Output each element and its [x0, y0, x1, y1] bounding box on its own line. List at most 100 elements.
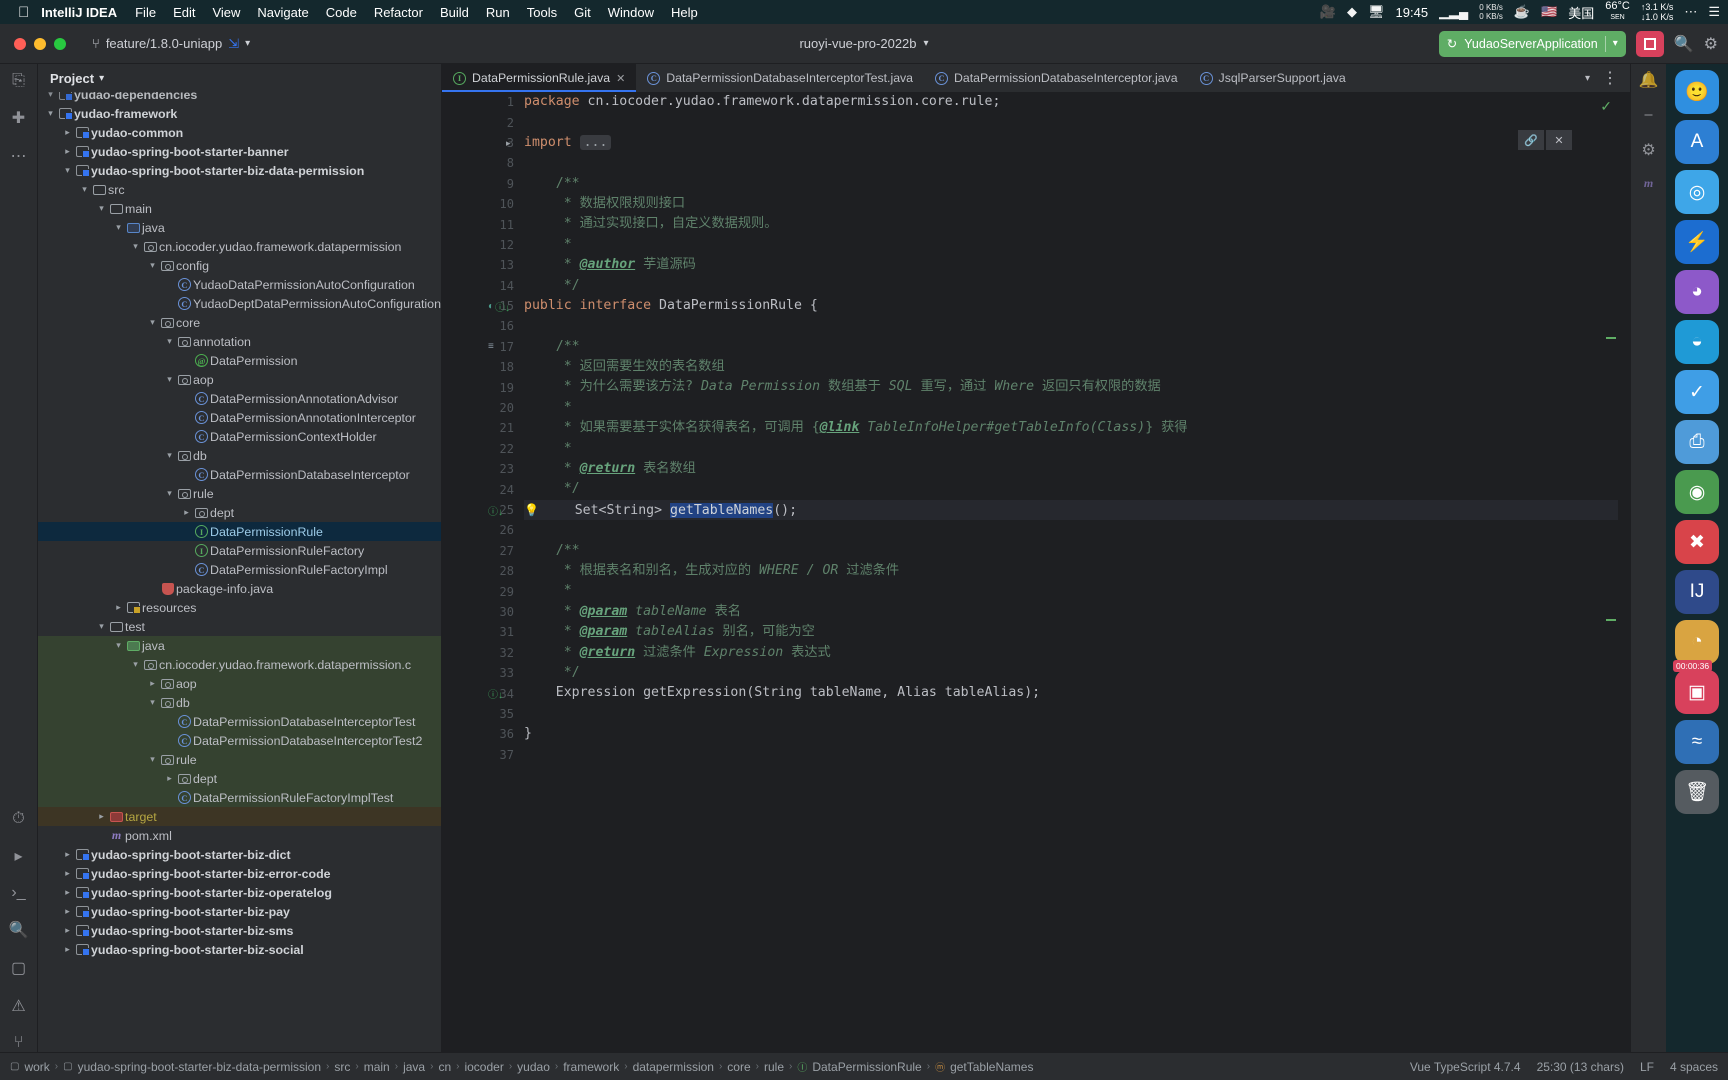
problems-tool-icon[interactable]: ⚠	[11, 996, 25, 1016]
tree-node[interactable]: ▾ rule	[38, 750, 441, 769]
breadcrumb-item[interactable]: iocoder	[464, 1060, 503, 1074]
tree-node[interactable]: package-info.java	[38, 579, 441, 598]
line-number[interactable]: 37	[442, 745, 520, 765]
editor-tab[interactable]: C DataPermissionDatabaseInterceptor.java	[924, 64, 1189, 92]
chevron-down-icon[interactable]: ▾	[112, 640, 125, 651]
chevron-right-icon[interactable]: ▸	[180, 507, 193, 518]
menu-code[interactable]: Code	[326, 5, 357, 20]
code-editor[interactable]: 1 2 ▸ 3 8 9 10 11 12 13 14 ◐ ⓘ↓ 15 16 ≡ 17 18 19 20 21 22 23 24…	[442, 92, 1630, 1052]
code-line[interactable]: */	[524, 663, 1618, 683]
line-number[interactable]: 1	[442, 92, 520, 112]
tree-node[interactable]: ▾ cn.iocoder.yudao.framework.datapermissi…	[38, 237, 441, 256]
tree-node[interactable]: ▾ core	[38, 313, 441, 332]
menu-file[interactable]: File	[135, 5, 156, 20]
chevron-right-icon[interactable]: ▸	[95, 811, 108, 822]
code-line[interactable]: *	[524, 235, 1618, 255]
line-number[interactable]: 24	[442, 479, 520, 499]
status-bar-item[interactable]: LF	[1640, 1060, 1654, 1074]
editor-options-icon[interactable]: ⋮	[1602, 68, 1618, 88]
breadcrumb-item[interactable]: cn	[438, 1060, 451, 1074]
temperature-widget[interactable]: 66°C SEN	[1605, 1, 1630, 23]
code-line[interactable]: /**	[524, 541, 1618, 561]
inspection-ok-icon[interactable]: ✓	[1600, 98, 1612, 115]
tree-node[interactable]: ▾ test	[38, 617, 441, 636]
fold-expand-icon[interactable]: ▸	[506, 133, 520, 153]
code-line[interactable]: /**	[524, 174, 1618, 194]
tree-node[interactable]: ▾ yudao-dependencies	[38, 92, 441, 104]
tree-node[interactable]: ▸ dept	[38, 769, 441, 788]
notifications-icon[interactable]: 🔔	[1639, 70, 1659, 90]
speed-widget[interactable]: ↑3.1 K/s ↓1.0 K/s	[1641, 2, 1674, 22]
appstore-icon[interactable]: A	[1675, 120, 1719, 164]
breadcrumb-item[interactable]: datapermission	[633, 1060, 714, 1074]
line-number[interactable]: 13	[442, 255, 520, 275]
breadcrumb-item[interactable]: src	[334, 1060, 350, 1074]
tree-node[interactable]: ▾ main	[38, 199, 441, 218]
line-number[interactable]: 32	[442, 643, 520, 663]
chevron-down-icon[interactable]: ▾	[44, 108, 57, 119]
code-line[interactable]	[524, 745, 1618, 765]
commit-tool-icon[interactable]: ✚	[12, 108, 25, 128]
intention-bulb-icon[interactable]: 💡	[524, 503, 539, 517]
line-number[interactable]: 11	[442, 214, 520, 234]
tree-node[interactable]: ▾ src	[38, 180, 441, 199]
code-line[interactable]: * @return 表名数组	[524, 459, 1618, 479]
tree-node[interactable]: ▸ yudao-spring-boot-starter-biz-sms	[38, 921, 441, 940]
chevron-right-icon[interactable]: ▸	[61, 887, 74, 898]
editor-tab[interactable]: I DataPermissionRule.java ✕	[442, 64, 637, 92]
code-line[interactable]: *	[524, 581, 1618, 601]
chevron-right-icon[interactable]: ▸	[61, 868, 74, 879]
input-source-label[interactable]: 美国	[1568, 3, 1594, 22]
tree-node[interactable]: ▾ annotation	[38, 332, 441, 351]
chevron-right-icon[interactable]: ▸	[61, 925, 74, 936]
menu-refactor[interactable]: Refactor	[374, 5, 423, 20]
status-bar-item[interactable]: 4 spaces	[1670, 1060, 1718, 1074]
tree-node[interactable]: C DataPermissionRuleFactoryImplTest	[38, 788, 441, 807]
tree-node[interactable]: ▾ rule	[38, 484, 441, 503]
status-bar-item[interactable]: 25:30 (13 chars)	[1537, 1060, 1624, 1074]
chevron-down-icon[interactable]: ▾	[1585, 73, 1590, 84]
chevron-down-icon[interactable]: ▾	[129, 659, 142, 670]
chevron-down-icon[interactable]: ▾	[163, 450, 176, 461]
chevron-right-icon[interactable]: ▸	[61, 944, 74, 955]
maven-icon[interactable]: m	[1644, 176, 1653, 191]
line-number[interactable]: 18	[442, 357, 520, 377]
safari-icon[interactable]: ◎	[1675, 170, 1719, 214]
status-bar-item[interactable]: Vue TypeScript 4.7.4	[1410, 1060, 1521, 1074]
chevron-right-icon[interactable]: ▸	[61, 849, 74, 860]
line-number[interactable]: 20	[442, 398, 520, 418]
editor-tab[interactable]: C DataPermissionDatabaseInterceptorTest.j…	[636, 64, 924, 92]
tree-node[interactable]: ▾ db	[38, 446, 441, 465]
tree-node[interactable]: ▾ java	[38, 218, 441, 237]
editor-right-gutter[interactable]: ✓	[1600, 92, 1630, 1052]
menu-window[interactable]: Window	[608, 5, 654, 20]
chevron-down-icon[interactable]: ▾	[112, 222, 125, 233]
code-line[interactable]: * 根据表名和别名，生成对应的 WHERE / OR 过滤条件	[524, 561, 1618, 581]
tree-node[interactable]: C DataPermissionDatabaseInterceptor	[38, 465, 441, 484]
breadcrumb[interactable]: ▢ work › ▢ yudao-spring-boot-starter-biz-dat…	[10, 1059, 1033, 1075]
clock-label[interactable]: 19:45	[1396, 5, 1429, 20]
chevron-down-icon[interactable]: ▾	[146, 697, 159, 708]
code-line[interactable]: * 返回需要生效的表名数组	[524, 357, 1618, 377]
line-number[interactable]: 2	[442, 112, 520, 132]
code-line[interactable]: * @return 过滤条件 Expression 表达式	[524, 643, 1618, 663]
control-center-icon[interactable]: ☰	[1708, 4, 1720, 20]
line-number[interactable]: 30	[442, 602, 520, 622]
line-number[interactable]: 19	[442, 377, 520, 397]
breadcrumb-item[interactable]: java	[403, 1060, 425, 1074]
close-icon[interactable]: ✕	[1546, 130, 1572, 150]
line-number[interactable]: 31	[442, 622, 520, 642]
chevron-down-icon[interactable]: ▾	[78, 184, 91, 195]
override-icon[interactable]: ⓘ↓	[488, 503, 503, 518]
code-line[interactable]: public interface DataPermissionRule {	[524, 296, 1618, 316]
breadcrumb-item[interactable]: rule	[764, 1060, 784, 1074]
tree-node[interactable]: ▸ yudao-spring-boot-starter-biz-dict	[38, 845, 441, 864]
code-line[interactable]: import ...	[524, 133, 1618, 153]
project-title-widget[interactable]: ruoyi-vue-pro-2022b ▾	[799, 36, 928, 51]
breadcrumb-item[interactable]: yudao-spring-boot-starter-biz-data-permi…	[78, 1060, 321, 1074]
trash-icon[interactable]: 🗑	[1675, 770, 1719, 814]
profiler-icon[interactable]: ⏱	[12, 810, 24, 828]
tree-node[interactable]: ▸ resources	[38, 598, 441, 617]
finder-icon[interactable]: 🙂	[1675, 70, 1719, 114]
tree-node[interactable]: C DataPermissionAnnotationInterceptor	[38, 408, 441, 427]
